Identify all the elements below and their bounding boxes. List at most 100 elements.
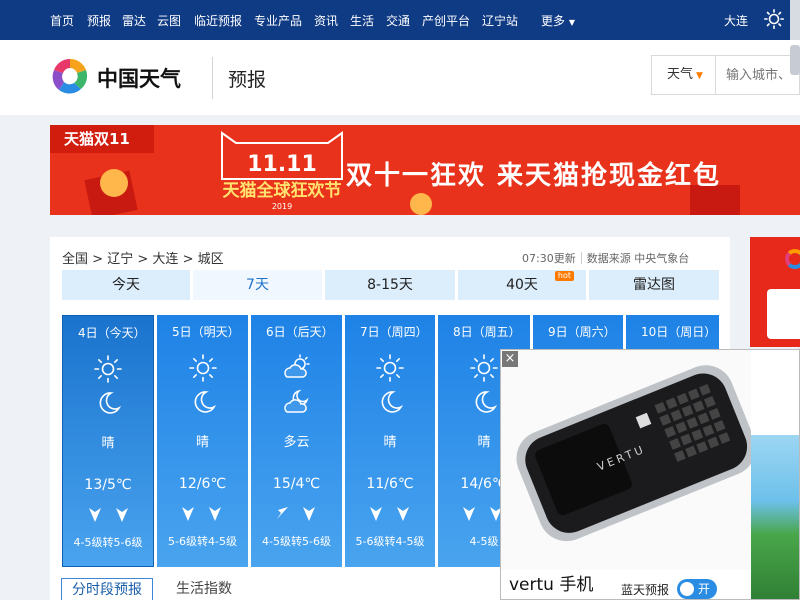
breadcrumb-item[interactable]: 全国	[62, 252, 88, 267]
divider	[580, 252, 582, 264]
wind-arrow-icon	[303, 507, 315, 521]
moon-icon	[99, 392, 122, 414]
ad-caption: vertu 手机	[509, 575, 594, 595]
nav-item-forecast[interactable]: 预报	[87, 12, 111, 29]
day-label: 6日（后天）	[266, 325, 334, 339]
nav-item-platform[interactable]: 产创平台	[422, 12, 470, 29]
search-input[interactable]	[715, 55, 800, 95]
day-card[interactable]: 6日（后天） 多云 15/4℃ 4-5级转5-6级	[251, 315, 342, 567]
toggle-knob	[680, 582, 694, 596]
banner-cat-text: 天猫全球狂欢节	[223, 180, 342, 201]
moon-icon	[475, 391, 498, 413]
wind-direction	[251, 505, 342, 525]
nav-more[interactable]: 更多 ▼	[541, 12, 575, 29]
tab-hourly-forecast[interactable]: 分时段预报	[61, 578, 153, 600]
page-title: 预报	[228, 69, 267, 91]
side-ad[interactable]	[750, 237, 800, 347]
close-icon[interactable]: ×	[502, 351, 518, 367]
temperature: 11/6℃	[366, 476, 414, 492]
scrollbar[interactable]	[790, 0, 800, 40]
top-nav: 首页 预报 雷达 云图 临近预报 专业产品 资讯 生活 交通 产创平台 辽宁站 …	[0, 0, 800, 40]
temperature: 12/6℃	[178, 476, 227, 492]
breadcrumb-separator: >	[92, 252, 104, 267]
nav-item-nowcast[interactable]: 临近预报	[194, 12, 242, 29]
wind-level: 4-5级转5-6级	[262, 535, 331, 548]
breadcrumb-separator: >	[182, 252, 194, 267]
nav-item-home[interactable]: 首页	[50, 12, 74, 29]
hot-badge: hot	[554, 271, 574, 281]
day-card[interactable]: 5日（明天） 晴 12/6℃ 5-6级转4-5级	[157, 315, 248, 567]
tab-7days[interactable]: 7天	[193, 270, 322, 300]
partly-cloudy-icon	[283, 354, 310, 378]
moon-icon	[381, 391, 404, 413]
wind-arrow-icon	[89, 508, 101, 522]
wind-arrow-icon	[209, 507, 221, 521]
wind-direction	[157, 505, 248, 525]
day-label: 7日（周四）	[360, 325, 428, 339]
day-label: 4日（今天）	[78, 326, 146, 340]
scrollbar-thumb[interactable]	[790, 45, 800, 75]
nav-city[interactable]: 大连	[724, 12, 748, 29]
coin-icon	[100, 169, 128, 197]
update-info: 07:30更新 数据来源 中央气象台	[522, 250, 689, 266]
weather-desc: 晴	[195, 435, 209, 450]
wind-arrow-icon	[277, 507, 288, 519]
brand-name[interactable]: 中国天气	[97, 63, 181, 93]
wind-arrow-icon	[397, 507, 409, 521]
nav-item-traffic[interactable]: 交通	[386, 12, 410, 29]
video-ad[interactable]: VERTU × vertu 手机 蓝天预报 开	[500, 349, 800, 600]
wind-arrow-icon	[182, 507, 194, 521]
phone-image: VERTU	[501, 350, 751, 570]
nav-item-news[interactable]: 资讯	[314, 12, 338, 29]
tab-8-15days[interactable]: 8-15天	[325, 270, 455, 300]
day-label: 9日（周六）	[548, 325, 616, 339]
nav-item-liaoning[interactable]: 辽宁站	[482, 12, 518, 29]
search-type-select[interactable]: 天气 ▼	[651, 55, 715, 95]
banner-badge: 天猫双11	[50, 125, 154, 153]
moon-icon	[194, 391, 216, 413]
banner-cat-year: 2019	[272, 202, 292, 211]
tmall-cat-icon: 11.11 天猫全球狂欢节 2019	[221, 131, 343, 211]
tab-today[interactable]: 今天	[62, 270, 190, 300]
temperature: 13/5℃	[84, 477, 132, 493]
nav-item-products[interactable]: 专业产品	[254, 12, 302, 29]
blue-sky-toggle[interactable]: 开	[677, 579, 717, 599]
nav-item-life[interactable]: 生活	[350, 12, 374, 29]
weather-desc: 晴	[101, 436, 115, 451]
tab-40days[interactable]: 40天 hot	[458, 270, 586, 300]
sun-icon	[188, 354, 217, 382]
wind-direction	[63, 506, 153, 526]
tab-radar[interactable]: 雷达图	[589, 270, 719, 300]
coin-icon	[410, 193, 432, 215]
sun-icon	[470, 354, 498, 382]
banner-ad[interactable]: 天猫双11 11.11 天猫全球狂欢节 2019 双十一狂欢 来天猫抢现金红包	[50, 125, 800, 215]
update-time: 07:30更新	[522, 252, 576, 265]
sun-icon[interactable]	[764, 9, 784, 29]
cloudy-night-icon	[283, 389, 309, 413]
ad-logo-icon	[785, 249, 800, 269]
toggle-label: 蓝天预报	[621, 583, 670, 597]
breadcrumb: 全国 > 辽宁 > 大连 > 城区	[62, 248, 224, 267]
day-card[interactable]: 7日（周四） 晴 11/6℃ 5-6级转4-5级	[345, 315, 435, 567]
site-logo-icon[interactable]	[50, 56, 90, 96]
temperature: 15/4℃	[272, 476, 321, 492]
sun-icon	[376, 354, 404, 382]
breadcrumb-separator: >	[137, 252, 149, 267]
tab-40days-label: 40天	[506, 277, 538, 293]
caret-down-icon: ▼	[568, 18, 575, 27]
breadcrumb-item[interactable]: 大连	[152, 252, 178, 267]
tab-life-index[interactable]: 生活指数	[176, 578, 232, 600]
wind-level: 5-6级转4-5级	[168, 535, 237, 548]
nav-item-cloud[interactable]: 云图	[157, 12, 181, 29]
nav-item-radar[interactable]: 雷达	[122, 12, 146, 29]
wind-arrow-icon	[370, 507, 382, 521]
wind-arrow-icon	[463, 507, 475, 521]
wind-arrow-icon	[116, 508, 128, 522]
day-label: 8日（周五）	[453, 325, 521, 339]
day-card[interactable]: 4日（今天） 晴 13/5℃ 4-5级转5-6级	[62, 315, 154, 567]
day-label: 10日（周日）	[641, 325, 717, 339]
nav-more-label: 更多	[541, 14, 566, 28]
banner-cat-top: 11.11	[247, 152, 317, 177]
wind-direction	[345, 505, 435, 525]
breadcrumb-item[interactable]: 辽宁	[107, 252, 133, 267]
